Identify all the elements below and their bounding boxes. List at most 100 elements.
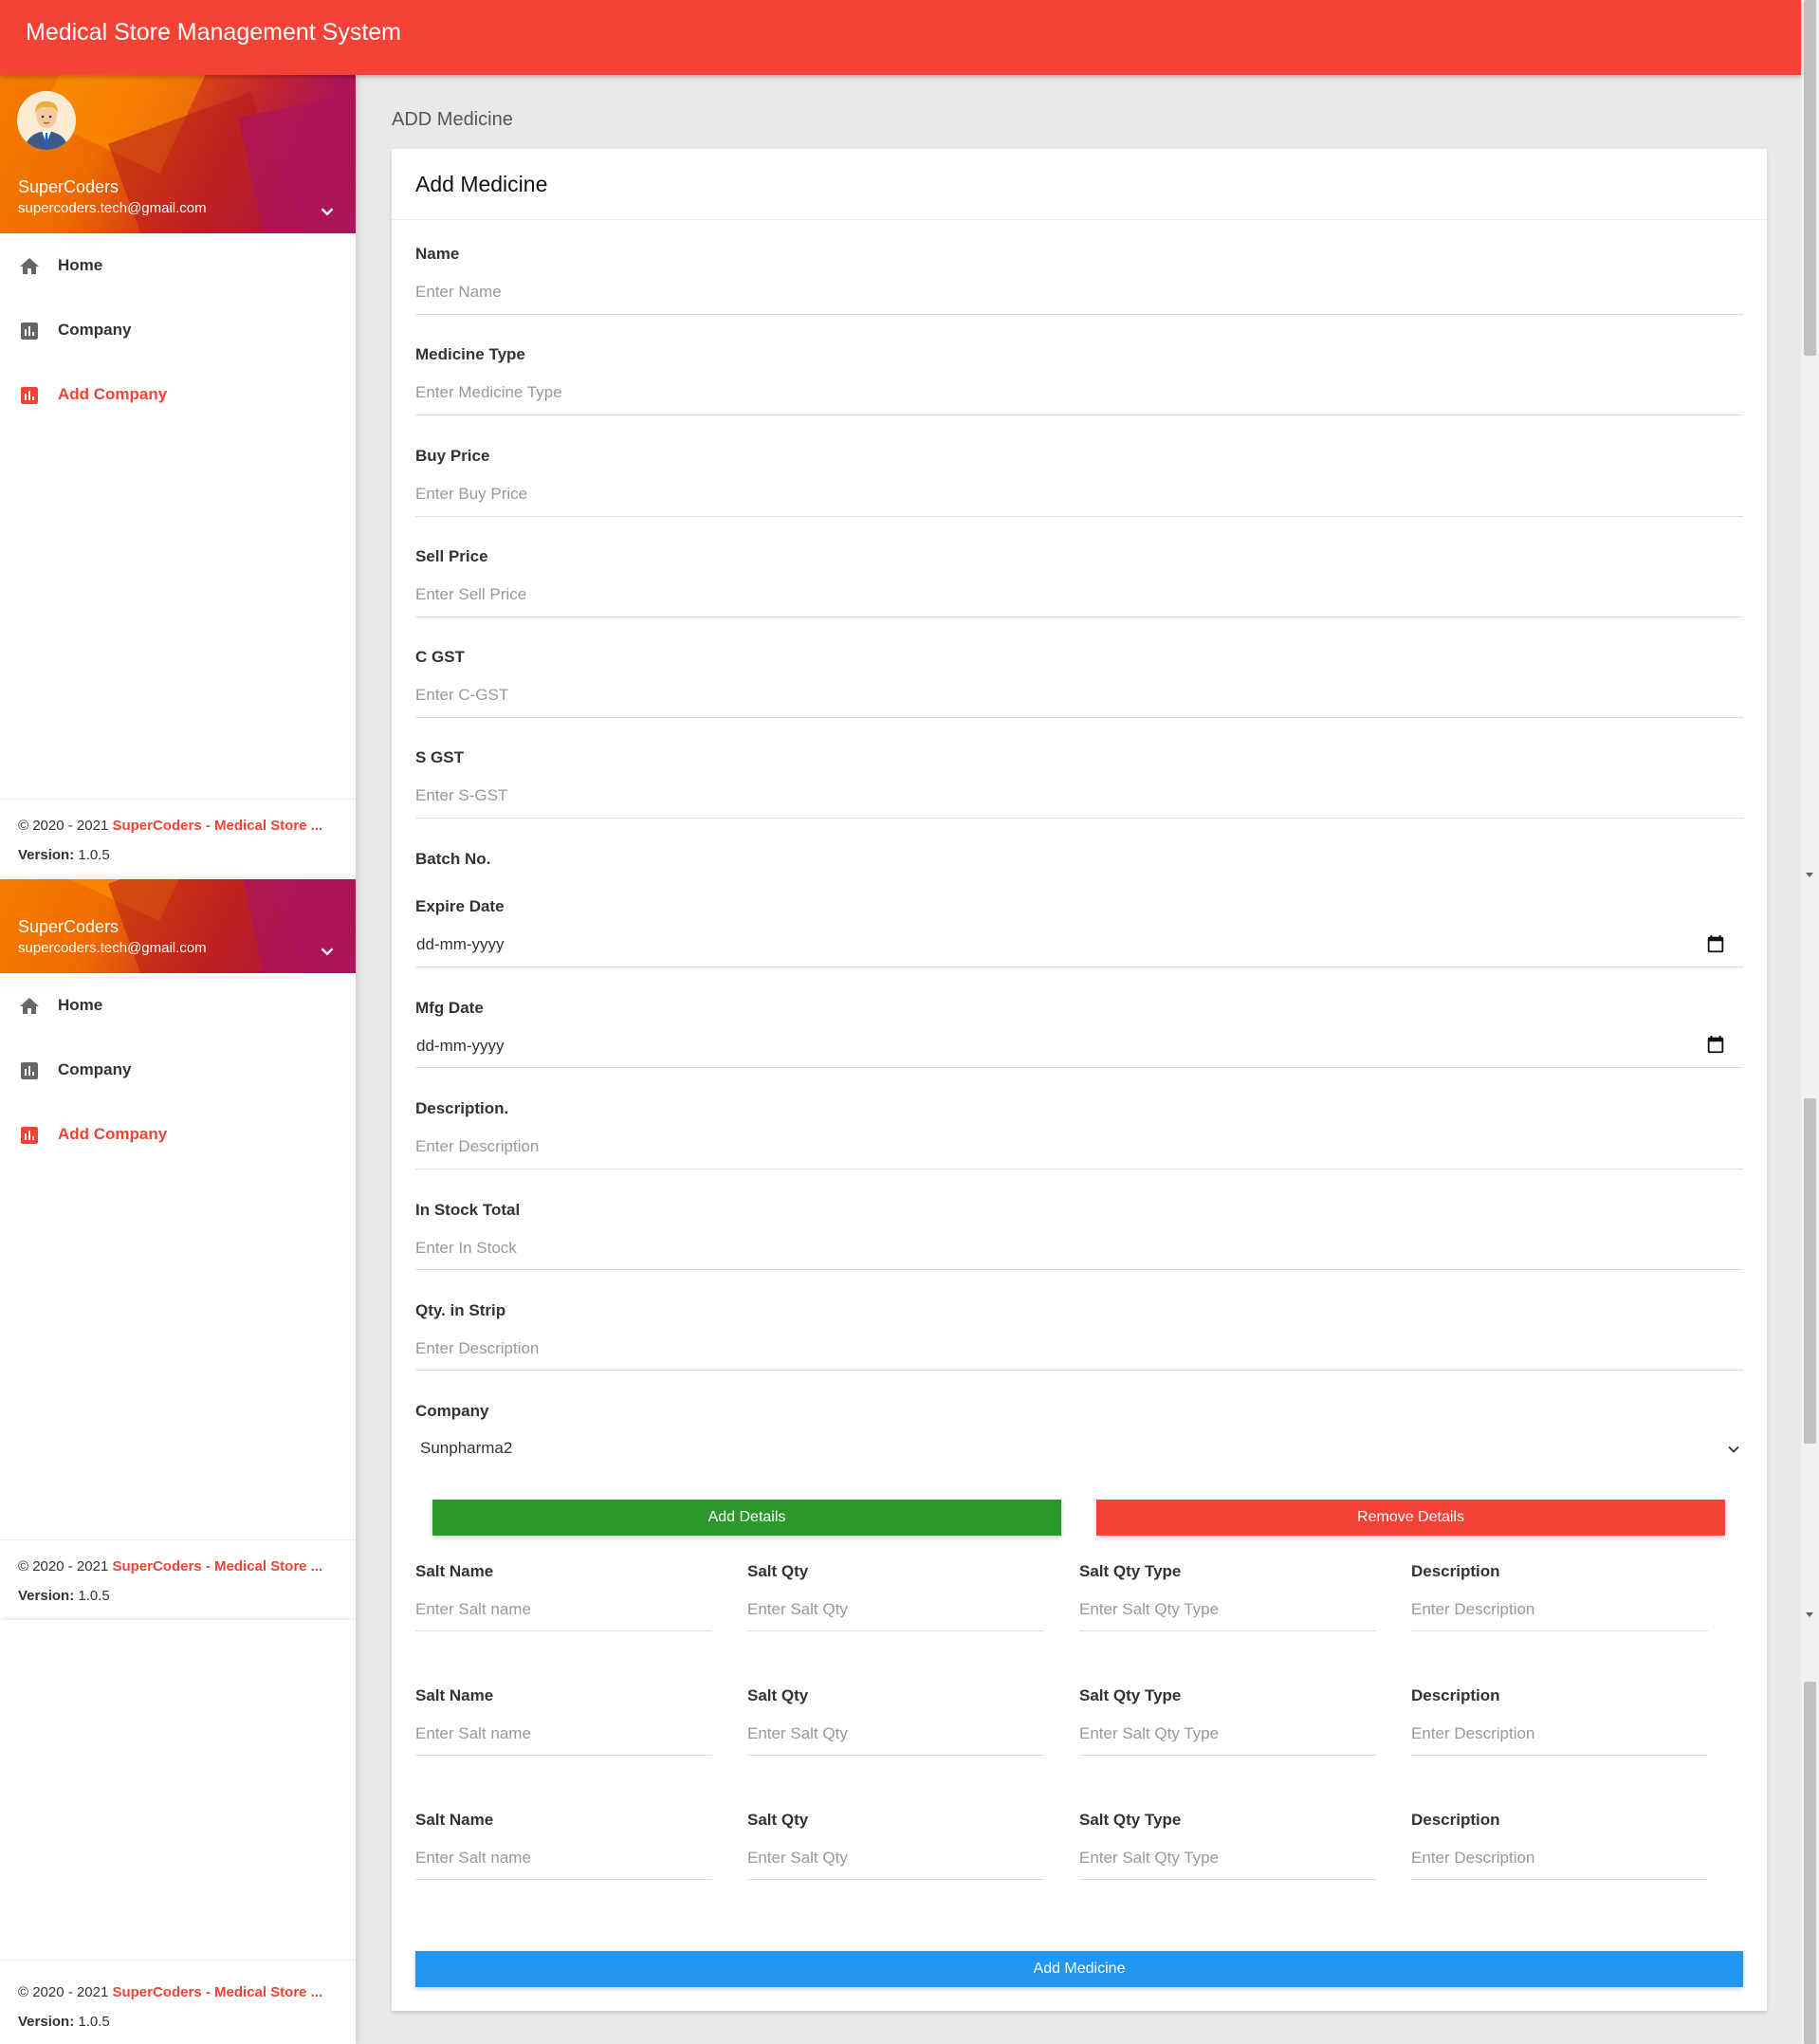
footer-brand-link[interactable]: SuperCoders - Medical Store ... bbox=[112, 1984, 322, 2000]
input-underline bbox=[1411, 1630, 1708, 1631]
company-select[interactable]: Sunpharma2 bbox=[420, 1439, 512, 1458]
input-underline bbox=[415, 1370, 1743, 1371]
sidebar: SuperCoders supercoders.tech@gmail.com H… bbox=[0, 879, 356, 1620]
sidebar-footer: © 2020 - 2021 SuperCoders - Medical Stor… bbox=[0, 1960, 356, 2044]
scrollbar-thumb[interactable] bbox=[1804, 1098, 1816, 1444]
copyright-text: © 2020 - 2021 SuperCoders - Medical Stor… bbox=[18, 818, 323, 834]
footer-brand-link[interactable]: SuperCoders - Medical Store ... bbox=[112, 818, 322, 834]
salt-description-input[interactable] bbox=[1411, 1595, 1696, 1624]
menu-item-company[interactable]: Company bbox=[0, 1048, 356, 1092]
input-underline bbox=[415, 818, 1743, 819]
page-heading: ADD Medicine bbox=[392, 109, 513, 130]
scroll-down-arrow-icon[interactable] bbox=[1806, 873, 1813, 877]
user-info-panel: SuperCoders supercoders.tech@gmail.com bbox=[0, 75, 356, 233]
salt-name-input[interactable] bbox=[415, 1720, 700, 1748]
in-stock-input[interactable] bbox=[415, 1234, 1715, 1262]
salt-description-label: Description bbox=[1411, 1811, 1500, 1829]
input-underline bbox=[415, 1067, 1743, 1068]
s-gst-label: S GST bbox=[415, 748, 465, 766]
medicine-type-input[interactable] bbox=[415, 378, 1715, 407]
salt-qty-type-input[interactable] bbox=[1079, 1844, 1364, 1872]
name-label: Name bbox=[415, 245, 460, 263]
input-underline bbox=[415, 1269, 1743, 1270]
calendar-icon[interactable] bbox=[1705, 933, 1726, 954]
scrollbar-thumb[interactable] bbox=[1804, 0, 1816, 356]
chevron-down-icon[interactable] bbox=[1724, 1440, 1743, 1459]
sidebar-footer: © 2020 - 2021 SuperCoders - Medical Stor… bbox=[0, 799, 356, 879]
menu-item-home[interactable]: Home bbox=[0, 984, 356, 1027]
chevron-down-icon[interactable] bbox=[317, 941, 338, 962]
s-gst-input[interactable] bbox=[415, 782, 1715, 810]
sell-price-input[interactable] bbox=[415, 580, 1715, 609]
page-scrollbar[interactable] bbox=[1801, 0, 1819, 2044]
menu-item-home[interactable]: Home bbox=[0, 244, 356, 287]
input-underline bbox=[1079, 1879, 1376, 1880]
input-underline bbox=[1079, 1630, 1376, 1631]
add-medicine-submit-button[interactable]: Add Medicine bbox=[415, 1951, 1743, 1987]
c-gst-label: C GST bbox=[415, 648, 465, 666]
input-underline bbox=[415, 717, 1743, 718]
input-underline bbox=[415, 1879, 712, 1880]
salt-description-input[interactable] bbox=[1411, 1720, 1696, 1748]
description-input[interactable] bbox=[415, 1132, 1715, 1161]
menu-label: Add Company bbox=[58, 385, 168, 403]
input-underline bbox=[747, 1879, 1044, 1880]
home-icon bbox=[20, 998, 39, 1014]
expire-date-input[interactable]: dd-mm-yyyy bbox=[416, 935, 505, 954]
add-details-button[interactable]: Add Details bbox=[432, 1500, 1061, 1536]
salt-qty-label: Salt Qty bbox=[747, 1811, 809, 1829]
add-medicine-card: Add Medicine Name Medicine Type Buy Pric… bbox=[392, 149, 1767, 2011]
input-underline bbox=[1411, 1755, 1708, 1756]
salt-name-label: Salt Name bbox=[415, 1811, 494, 1829]
input-underline bbox=[415, 314, 1743, 315]
salt-qty-input[interactable] bbox=[747, 1844, 1032, 1872]
top-navbar: Medical Store Management System bbox=[0, 0, 1801, 75]
qty-strip-label: Qty. in Strip bbox=[415, 1301, 506, 1319]
medicine-type-label: Medicine Type bbox=[415, 345, 525, 363]
chevron-down-icon[interactable] bbox=[317, 201, 338, 222]
salt-qty-type-input[interactable] bbox=[1079, 1720, 1364, 1748]
input-underline bbox=[415, 414, 1743, 415]
salt-qty-input[interactable] bbox=[747, 1595, 1032, 1624]
salt-description-input[interactable] bbox=[1411, 1844, 1696, 1872]
salt-qty-type-label: Salt Qty Type bbox=[1079, 1562, 1182, 1580]
salt-qty-input[interactable] bbox=[747, 1720, 1032, 1748]
menu-item-add-company[interactable]: Add Company bbox=[0, 373, 356, 416]
company-label: Company bbox=[415, 1402, 489, 1420]
copyright-text: © 2020 - 2021 SuperCoders - Medical Stor… bbox=[18, 1558, 323, 1574]
salt-name-input[interactable] bbox=[415, 1595, 700, 1624]
mfg-date-label: Mfg Date bbox=[415, 999, 484, 1017]
expire-date-label: Expire Date bbox=[415, 897, 505, 915]
salt-qty-type-label: Salt Qty Type bbox=[1079, 1686, 1182, 1704]
user-name: SuperCoders bbox=[18, 917, 119, 936]
sell-price-label: Sell Price bbox=[415, 547, 488, 565]
user-info-panel: SuperCoders supercoders.tech@gmail.com bbox=[0, 879, 356, 973]
version-text: Version: 1.0.5 bbox=[18, 2014, 110, 2030]
menu-label: Home bbox=[58, 256, 103, 274]
mfg-date-input[interactable]: dd-mm-yyyy bbox=[416, 1037, 505, 1056]
bar-chart-icon bbox=[21, 1062, 38, 1079]
qty-strip-input[interactable] bbox=[415, 1335, 1715, 1363]
calendar-icon[interactable] bbox=[1705, 1034, 1726, 1055]
salt-qty-type-label: Salt Qty Type bbox=[1079, 1811, 1182, 1829]
scrollbar-thumb[interactable] bbox=[1804, 1682, 1816, 2044]
bar-chart-icon bbox=[21, 387, 38, 404]
remove-details-button[interactable]: Remove Details bbox=[1096, 1500, 1725, 1536]
salt-qty-type-input[interactable] bbox=[1079, 1595, 1364, 1624]
version-text: Version: 1.0.5 bbox=[18, 847, 110, 863]
footer-brand-link[interactable]: SuperCoders - Medical Store ... bbox=[112, 1558, 322, 1574]
name-input[interactable] bbox=[415, 278, 1715, 306]
app-title[interactable]: Medical Store Management System bbox=[26, 19, 401, 46]
scroll-down-arrow-icon[interactable] bbox=[1806, 1612, 1813, 1617]
salt-name-input[interactable] bbox=[415, 1844, 700, 1872]
menu-item-company[interactable]: Company bbox=[0, 308, 356, 352]
salt-name-label: Salt Name bbox=[415, 1686, 494, 1704]
card-header: Add Medicine bbox=[392, 149, 1767, 220]
input-underline bbox=[415, 516, 1743, 517]
menu-label: Company bbox=[58, 321, 132, 339]
avatar bbox=[17, 91, 76, 150]
buy-price-input[interactable] bbox=[415, 480, 1715, 508]
c-gst-input[interactable] bbox=[415, 681, 1715, 709]
menu-item-add-company[interactable]: Add Company bbox=[0, 1113, 356, 1156]
input-underline bbox=[747, 1755, 1044, 1756]
